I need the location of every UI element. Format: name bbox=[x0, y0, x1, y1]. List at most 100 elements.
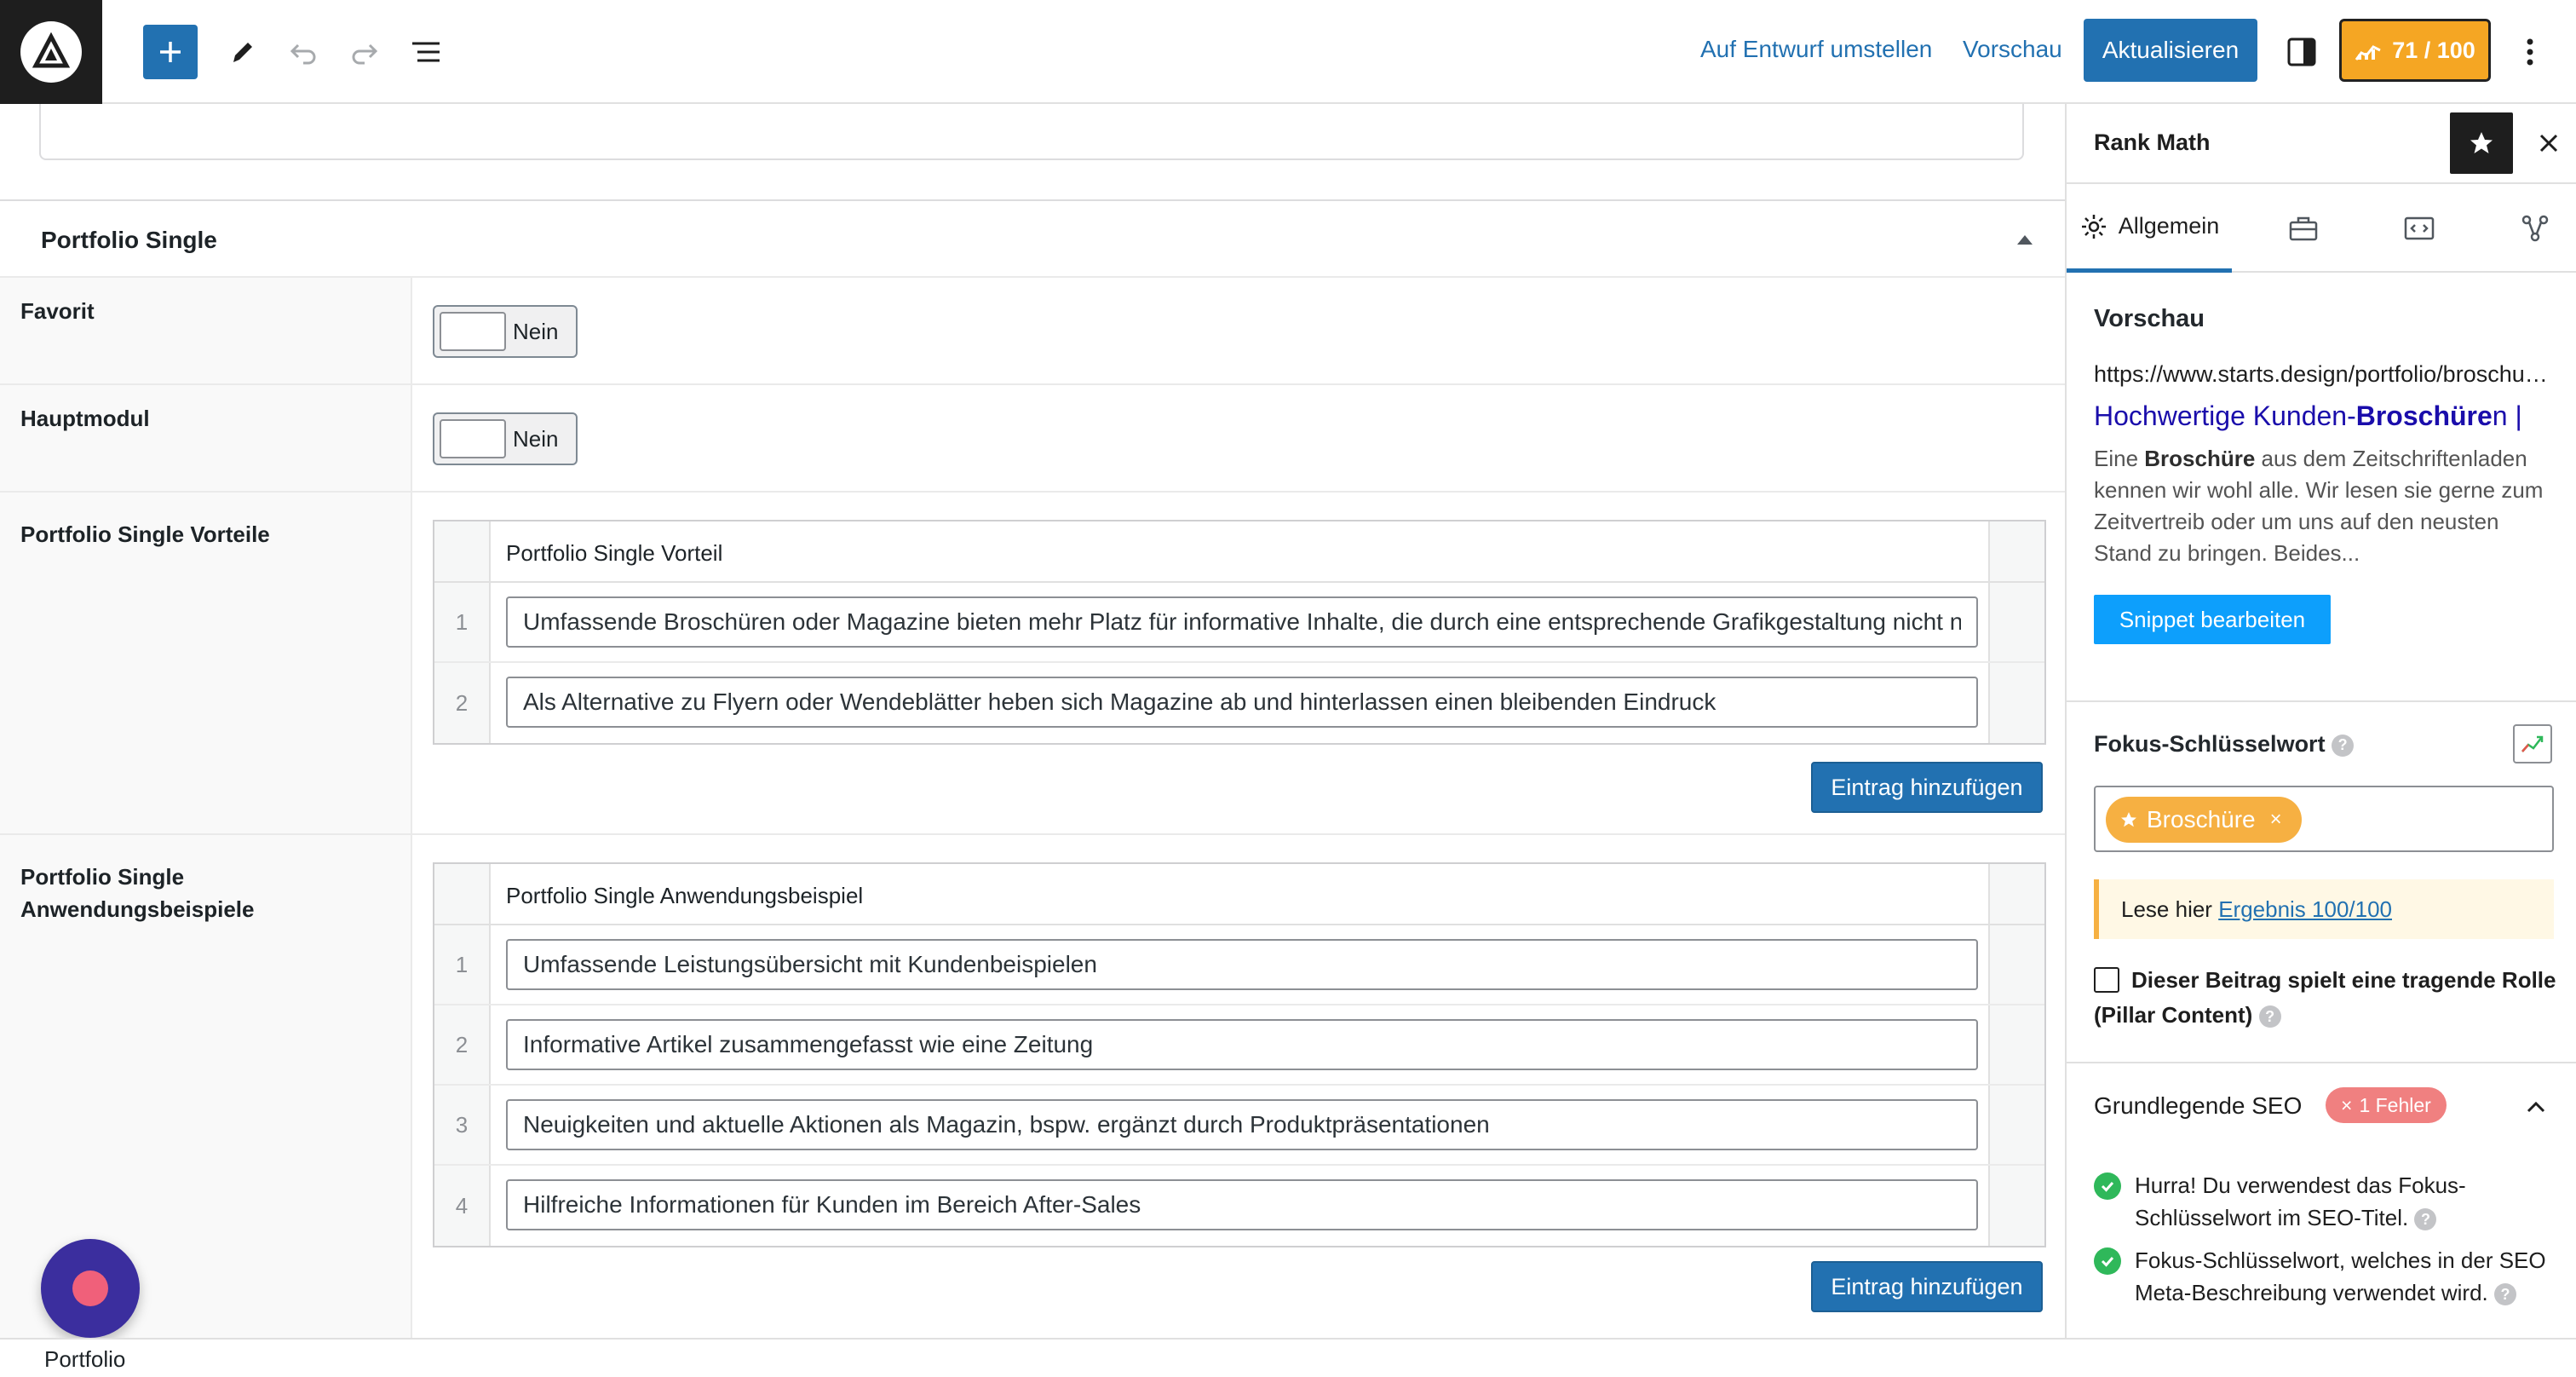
row-actions[interactable] bbox=[1988, 1166, 2044, 1246]
sidebar-title: Rank Math bbox=[2094, 130, 2211, 155]
rank-math-sidebar: Rank Math Allgemein Vorschau https://www… bbox=[2065, 104, 2576, 1338]
pillar-content-checkbox[interactable] bbox=[2094, 967, 2119, 993]
vorteile-repeater: Portfolio Single Vorteil 1 2 bbox=[433, 520, 2046, 745]
keyword-tag[interactable]: Broschüre × bbox=[2106, 797, 2302, 843]
help-icon[interactable]: ? bbox=[2414, 1208, 2437, 1231]
site-logo-button[interactable] bbox=[0, 0, 102, 104]
tab-schema[interactable] bbox=[2385, 184, 2453, 273]
favorit-toggle[interactable]: Nein bbox=[433, 305, 578, 358]
field-label: Favorit bbox=[20, 298, 95, 324]
error-x-icon: × bbox=[2341, 1093, 2353, 1116]
keyword-trends-button[interactable] bbox=[2513, 724, 2552, 763]
remove-keyword-icon[interactable]: × bbox=[2264, 808, 2288, 832]
serp-title-keyword: Broschüre bbox=[2355, 400, 2493, 431]
tab-label: Allgemein bbox=[2118, 213, 2220, 239]
edit-snippet-button[interactable]: Snippet bearbeiten bbox=[2094, 595, 2331, 644]
focus-keyword-input[interactable]: Broschüre × bbox=[2094, 786, 2554, 852]
preview-link[interactable]: Vorschau bbox=[1963, 36, 2062, 63]
undo-button[interactable] bbox=[276, 25, 331, 79]
site-logo-icon bbox=[20, 21, 82, 83]
repeater-num-column bbox=[434, 864, 491, 924]
field-label-column: Favorit bbox=[0, 278, 412, 383]
editor-toolbar: Auf Entwurf umstellen Vorschau Aktualisi… bbox=[0, 0, 2576, 104]
row-actions[interactable] bbox=[1988, 583, 2044, 661]
pillar-content-label[interactable]: Dieser Beitrag spielt eine tragende Roll… bbox=[2094, 967, 2556, 1028]
gear-icon bbox=[2081, 214, 2106, 239]
tab-advanced[interactable] bbox=[2269, 184, 2337, 273]
pin-sidebar-button[interactable] bbox=[2450, 112, 2513, 174]
help-icon[interactable]: ? bbox=[2332, 734, 2355, 757]
result-link[interactable]: Ergebnis 100/100 bbox=[2218, 896, 2392, 922]
repeater-row: 2 bbox=[434, 663, 2044, 743]
anwendung-input-1[interactable] bbox=[506, 939, 1978, 990]
anwendung-input-2[interactable] bbox=[506, 1019, 1978, 1070]
update-button[interactable]: Aktualisieren bbox=[2084, 19, 2257, 82]
column-header: Portfolio Single Vorteil bbox=[506, 540, 723, 566]
schema-icon bbox=[2521, 215, 2549, 242]
anwendung-input-3[interactable] bbox=[506, 1099, 1978, 1150]
chat-widget-button[interactable] bbox=[41, 1239, 140, 1338]
toolbox-icon bbox=[2289, 216, 2318, 241]
repeater-row: 3 bbox=[434, 1086, 2044, 1166]
previous-metabox bbox=[39, 104, 2024, 160]
row-number[interactable]: 1 bbox=[434, 925, 491, 1004]
repeater-row: 4 bbox=[434, 1166, 2044, 1246]
toggle-value: Nein bbox=[513, 426, 559, 452]
tab-allgemein[interactable]: Allgemein bbox=[2067, 184, 2232, 273]
redo-button[interactable] bbox=[337, 25, 392, 79]
seo-check-item: Hurra! Du verwendest das Fokus-Schlüssel… bbox=[2094, 1169, 2559, 1241]
basic-seo-heading[interactable]: Grundlegende SEO bbox=[2094, 1092, 2302, 1120]
sidebar-tabs: Allgemein bbox=[2067, 184, 2576, 273]
error-count-badge: × 1 Fehler bbox=[2326, 1087, 2447, 1123]
serp-title: Hochwertige Kunden-Broschüren | bbox=[2094, 400, 2554, 432]
vorteil-input-2[interactable] bbox=[506, 677, 1978, 728]
row-actions[interactable] bbox=[1988, 925, 2044, 1004]
column-header: Portfolio Single Anwendungsbeispiel bbox=[506, 883, 864, 908]
undo-icon bbox=[290, 43, 316, 65]
field-label-column: Hauptmodul bbox=[0, 385, 412, 491]
row-actions[interactable] bbox=[1988, 1005, 2044, 1084]
help-icon[interactable]: ? bbox=[2494, 1283, 2516, 1306]
row-number[interactable]: 1 bbox=[434, 583, 491, 661]
focus-keyword-text: Fokus-Schlüsselwort bbox=[2094, 731, 2326, 757]
keyword-text: Broschüre bbox=[2147, 806, 2256, 833]
field-anwendungsbeispiele: Portfolio Single Anwendungsbeispiele Por… bbox=[0, 833, 2065, 1338]
close-sidebar-button[interactable] bbox=[2527, 121, 2571, 165]
check-message: Fokus-Schlüsselwort, welches in der SEO … bbox=[2135, 1247, 2546, 1305]
options-menu-button[interactable] bbox=[2503, 25, 2557, 79]
repeater-end-column bbox=[1988, 521, 2044, 581]
hauptmodul-toggle[interactable]: Nein bbox=[433, 412, 578, 465]
vorteil-input-1[interactable] bbox=[506, 596, 1978, 648]
tab-social[interactable] bbox=[2501, 184, 2569, 273]
add-entry-button[interactable]: Eintrag hinzufügen bbox=[1811, 1261, 2043, 1312]
row-actions[interactable] bbox=[1988, 1086, 2044, 1164]
breadcrumb-item[interactable]: Portfolio bbox=[44, 1346, 125, 1373]
row-number[interactable]: 2 bbox=[434, 663, 491, 743]
anwendung-input-4[interactable] bbox=[506, 1179, 1978, 1230]
list-view-icon bbox=[412, 42, 440, 62]
snippet-icon bbox=[2404, 216, 2435, 240]
row-actions[interactable] bbox=[1988, 663, 2044, 743]
list-view-button[interactable] bbox=[399, 25, 453, 79]
repeater-end-column bbox=[1988, 864, 2044, 924]
chevron-up-icon[interactable] bbox=[2523, 1094, 2549, 1120]
repeater-header: Portfolio Single Vorteil bbox=[434, 521, 2044, 583]
metabox-title: Portfolio Single bbox=[41, 227, 217, 253]
row-number[interactable]: 3 bbox=[434, 1086, 491, 1164]
error-count-text: 1 Fehler bbox=[2359, 1093, 2431, 1116]
tools-button[interactable] bbox=[215, 25, 269, 79]
help-icon[interactable]: ? bbox=[2258, 1005, 2281, 1028]
settings-sidebar-toggle[interactable] bbox=[2274, 25, 2329, 79]
close-icon bbox=[2539, 134, 2558, 153]
switch-to-draft-link[interactable]: Auf Entwurf umstellen bbox=[1700, 36, 1932, 63]
redo-icon bbox=[352, 43, 378, 65]
collapse-arrow-icon[interactable] bbox=[2017, 235, 2033, 245]
add-entry-button[interactable]: Eintrag hinzufügen bbox=[1811, 762, 2043, 813]
result-notice: Lese hier Ergebnis 100/100 bbox=[2094, 879, 2554, 939]
row-number[interactable]: 4 bbox=[434, 1166, 491, 1246]
add-block-button[interactable] bbox=[143, 25, 198, 79]
row-number[interactable]: 2 bbox=[434, 1005, 491, 1084]
field-label: Hauptmodul bbox=[20, 406, 150, 431]
rank-math-score-button[interactable]: 71 / 100 bbox=[2339, 19, 2491, 82]
sidebar-toggle-icon bbox=[2287, 37, 2316, 66]
